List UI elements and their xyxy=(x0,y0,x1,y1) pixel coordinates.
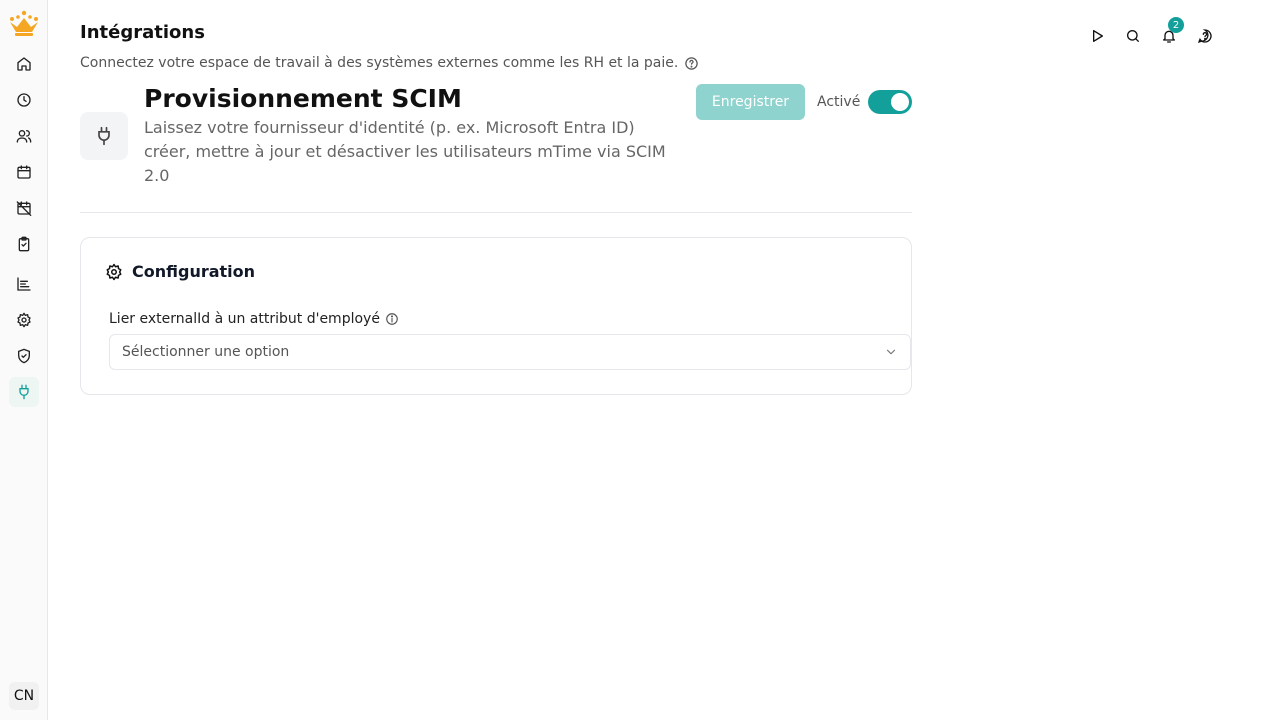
sidebar-item-settings[interactable] xyxy=(9,305,39,335)
search-button[interactable] xyxy=(1122,26,1144,46)
sidebar-item-absence[interactable] xyxy=(9,193,39,223)
avatar[interactable]: CN xyxy=(9,682,39,710)
crown-logo-icon[interactable] xyxy=(7,10,41,40)
configuration-title: Configuration xyxy=(132,262,256,281)
play-button[interactable] xyxy=(1086,26,1108,46)
sidebar-item-users[interactable] xyxy=(9,121,39,151)
shield-check-icon xyxy=(18,348,30,364)
notifications-button[interactable]: 2 xyxy=(1158,17,1184,46)
users-icon xyxy=(16,130,32,143)
select-placeholder: Sélectionner une option xyxy=(122,344,290,360)
sidebar-item-integrations[interactable] xyxy=(9,377,39,407)
toggle-knob xyxy=(891,93,909,111)
divider xyxy=(80,212,912,213)
help-circle-icon[interactable] xyxy=(684,56,699,71)
configuration-card: Configuration Lier externalId à un attri… xyxy=(80,237,912,395)
help-button[interactable] xyxy=(1194,26,1216,46)
help-chat-icon xyxy=(1197,29,1212,44)
chart-icon xyxy=(17,277,31,291)
topbar-actions: 2 xyxy=(1086,17,1216,46)
plug-icon xyxy=(98,126,110,146)
configuration-heading: Configuration xyxy=(105,262,255,281)
integration-title: Provisionnement SCIM xyxy=(144,84,462,113)
page-subtitle: Connectez votre espace de travail à des … xyxy=(80,55,699,71)
field-label-text: Lier externalId à un attribut d'employé xyxy=(109,311,380,327)
sidebar-item-reports[interactable] xyxy=(9,269,39,299)
sidebar-item-calendar[interactable] xyxy=(9,157,39,187)
page-title: Intégrations xyxy=(80,22,205,43)
info-icon[interactable] xyxy=(385,312,399,326)
save-button[interactable]: Enregistrer xyxy=(696,84,805,120)
plug-icon xyxy=(19,384,29,400)
calendar-off-icon xyxy=(16,201,32,216)
integration-description: Laissez votre fournisseur d'identité (p.… xyxy=(144,118,666,185)
sidebar-item-security[interactable] xyxy=(9,341,39,371)
sidebar: CN xyxy=(0,0,48,720)
sidebar-item-time[interactable] xyxy=(9,85,39,115)
home-icon xyxy=(17,57,31,71)
search-icon xyxy=(1127,30,1139,42)
sidebar-item-tasks[interactable] xyxy=(9,229,39,259)
clock-icon xyxy=(17,93,31,107)
gear-icon xyxy=(17,312,31,328)
page-subtitle-text: Connectez votre espace de travail à des … xyxy=(80,55,679,71)
gear-icon xyxy=(106,263,122,280)
play-icon xyxy=(1093,30,1103,42)
chevron-down-icon xyxy=(886,349,896,355)
integration-icon-box xyxy=(80,112,128,160)
calendar-icon xyxy=(17,165,31,179)
sidebar-item-home[interactable] xyxy=(9,49,39,79)
clipboard-check-icon xyxy=(18,236,30,252)
enabled-toggle[interactable] xyxy=(868,90,912,114)
status-label: Activé xyxy=(817,94,861,110)
externalid-field-label: Lier externalId à un attribut d'employé xyxy=(109,311,399,327)
notification-badge: 2 xyxy=(1168,17,1184,33)
employee-attribute-select[interactable]: Sélectionner une option xyxy=(109,334,911,370)
